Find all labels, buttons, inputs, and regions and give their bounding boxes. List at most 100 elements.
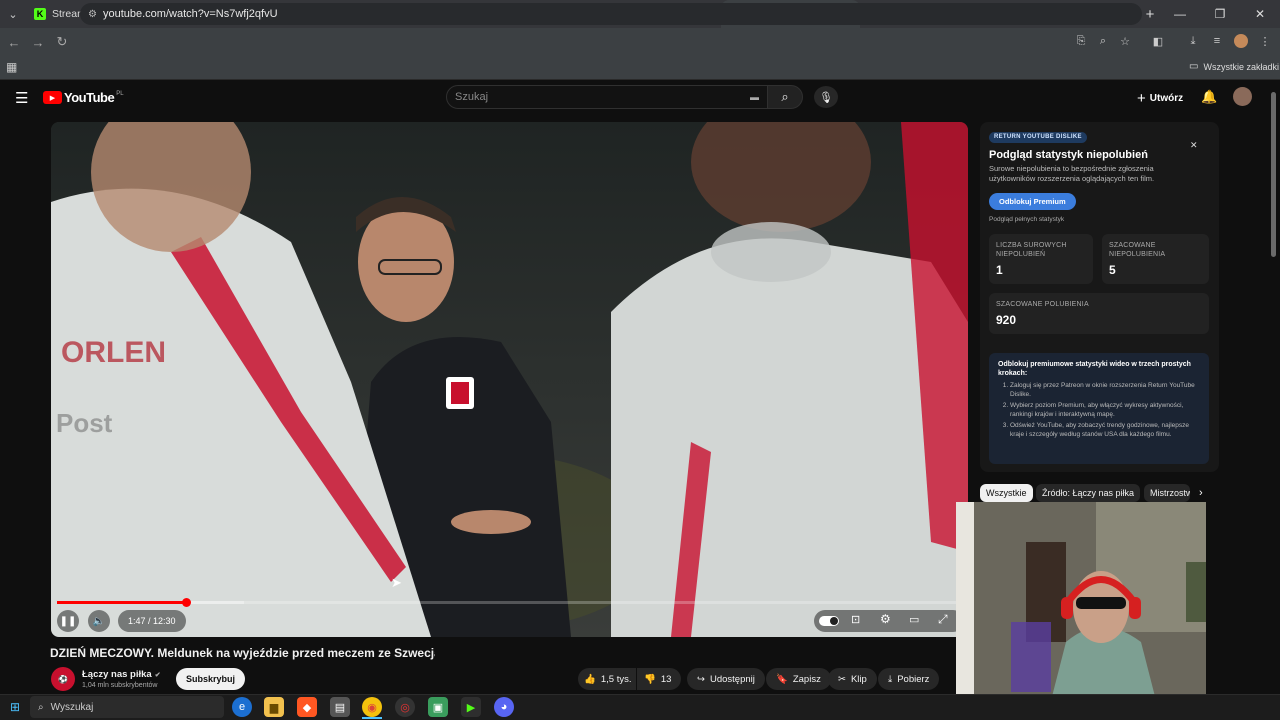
channel-avatar[interactable]: ⚽ (51, 667, 75, 691)
thumbs-up-icon: 👍 (584, 673, 596, 685)
cast-icon[interactable]: ⎘ (1070, 30, 1092, 52)
subscriber-count: 1,04 mln subskrybentów (82, 682, 158, 689)
minimize-icon[interactable]: — (1160, 0, 1200, 28)
edge-icon[interactable]: e (232, 697, 252, 717)
profile-avatar[interactable] (1230, 30, 1252, 52)
premium-step-item: Zaloguj się przez Patreon w oknie rozsze… (1010, 382, 1200, 399)
unlock-premium-button[interactable]: Odblokuj Premium (989, 193, 1076, 210)
chip-all[interactable]: Wszystkie (980, 484, 1033, 502)
folder-icon: ▭ (1189, 61, 1199, 72)
zoom-icon[interactable]: ⌕ (1092, 30, 1114, 52)
url-text: youtube.com/watch?v=Ns7wfj2qfvU (102, 8, 278, 20)
preview-stats-link[interactable]: Podgląd pełnych statystyk (989, 216, 1064, 223)
close-window-icon[interactable]: ✕ (1240, 0, 1280, 28)
video-frame: ORLEN Post (51, 122, 968, 637)
menu-dots-icon[interactable]: ⋮ (1254, 30, 1276, 52)
premium-step-item: Wybierz poziom Premium, aby włączyć wykr… (1010, 402, 1200, 419)
reload-icon[interactable]: ↻ (50, 30, 74, 54)
restore-icon[interactable]: ❐ (1200, 0, 1240, 28)
download-button[interactable]: ⤓ Pobierz (878, 668, 940, 690)
notifications-bell-icon[interactable]: 🔔 (1201, 89, 1217, 105)
tab-search-icon[interactable]: ⌄ (0, 0, 26, 28)
bookmarks-bar: ▦ ▭ Wszystkie zakładki (0, 56, 1280, 80)
search-icon: ⌕ (781, 89, 789, 104)
youtube-logo[interactable]: ▶ YouTube PL (43, 90, 124, 105)
svg-text:Post: Post (56, 408, 113, 438)
scissors-icon: ✂ (838, 673, 846, 685)
back-icon[interactable]: ← (2, 30, 26, 54)
site-info-icon[interactable]: ⚙ (88, 9, 97, 20)
subscribe-button[interactable]: Subskrybuj (176, 668, 246, 690)
return-youtube-dislike-panel: RETURN YOUTUBE DISLIKE ✕ Podgląd statyst… (980, 122, 1219, 472)
progress-bar[interactable] (57, 598, 962, 607)
ryd-badge: RETURN YOUTUBE DISLIKE (989, 132, 1087, 143)
file-explorer-icon[interactable]: ▆ (264, 697, 284, 717)
premium-steps-list: Zaloguj się przez Patreon w oknie rozsze… (998, 382, 1200, 439)
tab-favicon-icon: K (34, 8, 46, 20)
forward-icon[interactable]: → (26, 30, 50, 54)
bookmark-icon: 🔖 (776, 673, 788, 685)
video-title: DZIEŃ MECZOWY. Meldunek na wyjeździe prz… (50, 646, 435, 660)
active-app-indicator (362, 717, 382, 719)
search-button[interactable]: ⌕ (767, 85, 803, 109)
windows-start-icon[interactable]: ⊞ (10, 700, 20, 714)
extensions-icon[interactable]: ◧ (1147, 30, 1169, 52)
played-bar (57, 601, 187, 604)
webcam-frame (956, 502, 1206, 720)
app-icon[interactable]: ▤ (330, 697, 350, 717)
obs-icon[interactable]: ◎ (395, 697, 415, 717)
app-icon-2[interactable]: ▣ (428, 697, 448, 717)
chip-mistrzostwa[interactable]: Mistrzostw (1144, 484, 1190, 502)
ryd-description: Surowe niepolubienia to bezpośrednie zgł… (989, 164, 1155, 183)
dislike-button[interactable]: 👎 13 (637, 668, 681, 690)
bookmark-star-icon[interactable]: ☆ (1114, 30, 1136, 52)
keyboard-icon[interactable]: ▬ (750, 86, 759, 108)
channel-name[interactable]: Łączy nas piłka ✔ (82, 669, 161, 680)
webcam-overlay (956, 502, 1206, 720)
clip-button[interactable]: ✂ Klip (828, 668, 877, 690)
ryd-title: Podgląd statystyk niepolubień (989, 149, 1148, 161)
fullscreen-icon[interactable]: ⤢ (938, 612, 948, 627)
estimated-likes-box: SZACOWANE POLUBIENIA 920 (989, 293, 1209, 334)
autoplay-toggle[interactable] (819, 616, 839, 626)
youtube-play-icon: ▶ (43, 91, 62, 104)
video-player[interactable]: ORLEN Post ❚❚ 🔈 1:47 / 12:30 ⊡ ⚙ ▭ ⤢ (51, 122, 968, 637)
save-button[interactable]: 🔖 Zapisz (766, 668, 831, 690)
search-icon: ⌕ (38, 701, 44, 713)
voice-search-icon[interactable]: 🎙 (814, 86, 838, 108)
estimated-dislikes-box: SZACOWANE NIEPOLUBIENIA 5 (1102, 234, 1209, 284)
like-button[interactable]: 👍 1,5 tys. (578, 668, 636, 690)
premium-step-item: Odśwież YouTube, aby zobaczyć trendy god… (1010, 422, 1200, 439)
brave-icon[interactable]: ◆ (297, 697, 317, 717)
share-button[interactable]: ↪ Udostępnij (687, 668, 765, 690)
create-button[interactable]: + Utwórz (1137, 90, 1183, 107)
kick-icon[interactable]: ▶ (461, 697, 481, 717)
downloads-icon[interactable]: ⤓ (1182, 30, 1204, 52)
apps-grid-icon[interactable]: ▦ (6, 60, 17, 74)
pause-icon[interactable]: ❚❚ (57, 610, 79, 632)
subtitles-icon[interactable]: ⊡ (851, 613, 860, 626)
all-bookmarks-folder[interactable]: ▭ Wszystkie zakładki (1189, 61, 1279, 72)
discord-icon[interactable]: ◕ (494, 697, 514, 717)
address-bar[interactable]: ⚙ youtube.com/watch?v=Ns7wfj2qfvU (80, 3, 1142, 25)
theater-mode-icon[interactable]: ▭ (909, 613, 919, 626)
thumbs-down-icon: 👎 (644, 673, 656, 685)
settings-gear-icon[interactable]: ⚙ (880, 612, 891, 626)
chevron-right-icon[interactable]: › (1199, 487, 1203, 499)
raw-dislikes-box: LICZBA SUROWYCH NIEPOLUBIEŃ 1 (989, 234, 1093, 284)
svg-text:ORLEN: ORLEN (61, 336, 166, 369)
chip-source[interactable]: Źródło: Łączy nas piłka (1036, 484, 1141, 502)
hamburger-menu-icon[interactable]: ☰ (15, 89, 28, 107)
volume-icon[interactable]: 🔈 (88, 610, 110, 632)
reading-list-icon[interactable]: ≡ (1206, 30, 1228, 52)
taskbar-search[interactable]: ⌕ Wyszukaj (30, 696, 224, 718)
search-input[interactable]: Szukaj ▬ (446, 85, 768, 109)
time-display: 1:47 / 12:30 (118, 610, 186, 632)
plus-icon: + (1137, 90, 1146, 107)
mouse-cursor-icon: ➤ (391, 575, 402, 590)
account-avatar[interactable] (1233, 87, 1252, 106)
page-scrollbar[interactable] (1271, 92, 1276, 257)
chrome-icon[interactable]: ◉ (362, 697, 382, 717)
download-icon: ⤓ (888, 673, 893, 685)
close-icon[interactable]: ✕ (1190, 140, 1198, 151)
